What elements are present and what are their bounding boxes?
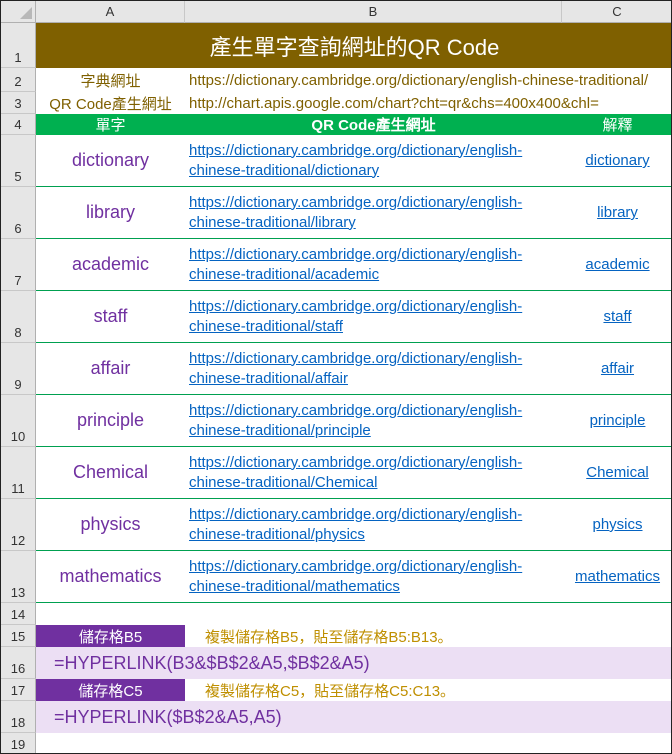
- url-line-2[interactable]: chinese-traditional/dictionary: [189, 161, 522, 181]
- cell-c5-formula[interactable]: =HYPERLINK($B$2&A5,A5): [36, 701, 671, 733]
- qr-url-text[interactable]: https://dictionary.cambridge.org/diction…: [189, 193, 522, 233]
- row-header-16[interactable]: 16: [1, 647, 36, 679]
- row-header-11[interactable]: 11: [1, 447, 36, 499]
- qr-url-link[interactable]: https://dictionary.cambridge.org/diction…: [185, 187, 562, 239]
- qr-url-link[interactable]: https://dictionary.cambridge.org/diction…: [185, 135, 562, 187]
- word-cell[interactable]: principle: [36, 395, 185, 447]
- row-header-10[interactable]: 10: [1, 395, 36, 447]
- header-qr-url[interactable]: QR Code產生網址: [185, 114, 562, 135]
- row-header-15[interactable]: 15: [1, 625, 36, 647]
- url-line-2[interactable]: chinese-traditional/academic: [189, 265, 522, 285]
- meaning-link[interactable]: physics: [562, 499, 671, 551]
- qr-url-link[interactable]: https://dictionary.cambridge.org/diction…: [185, 343, 562, 395]
- row-header-13[interactable]: 13: [1, 551, 36, 603]
- qr-url-link[interactable]: https://dictionary.cambridge.org/diction…: [185, 239, 562, 291]
- row-header-3[interactable]: 3: [1, 92, 36, 114]
- meaning-link[interactable]: academic: [562, 239, 671, 291]
- qr-url-value[interactable]: http://chart.apis.google.com/chart?cht=q…: [185, 92, 671, 114]
- url-line-1[interactable]: https://dictionary.cambridge.org/diction…: [189, 401, 522, 421]
- url-line-1[interactable]: https://dictionary.cambridge.org/diction…: [189, 557, 522, 577]
- url-line-2[interactable]: chinese-traditional/Chemical: [189, 473, 522, 493]
- spreadsheet: A B C 1 2 3 4 5 6 7 8 9 10 11 12 13 14 15 16 17 18 19 產生單字…: [0, 0, 672, 754]
- word-cell[interactable]: mathematics: [36, 551, 185, 603]
- qr-url-text[interactable]: https://dictionary.cambridge.org/diction…: [189, 453, 522, 493]
- select-all-corner[interactable]: [1, 1, 36, 23]
- cell-c5-note[interactable]: 複製儲存格C5，貼至儲存格C5:C13。: [185, 679, 671, 701]
- meaning-link[interactable]: mathematics: [562, 551, 671, 603]
- header-meaning[interactable]: 解釋: [562, 114, 671, 135]
- url-line-2[interactable]: chinese-traditional/physics: [189, 525, 522, 545]
- url-line-1[interactable]: https://dictionary.cambridge.org/diction…: [189, 453, 522, 473]
- row-header-9[interactable]: 9: [1, 343, 36, 395]
- row-header-5[interactable]: 5: [1, 135, 36, 187]
- word-cell[interactable]: dictionary: [36, 135, 185, 187]
- row-header-4[interactable]: 4: [1, 114, 36, 135]
- qr-url-link[interactable]: https://dictionary.cambridge.org/diction…: [185, 551, 562, 603]
- url-line-1[interactable]: https://dictionary.cambridge.org/diction…: [189, 193, 522, 213]
- dictionary-url-label[interactable]: 字典網址: [36, 68, 185, 92]
- qr-url-text[interactable]: https://dictionary.cambridge.org/diction…: [189, 349, 522, 389]
- qr-url-text[interactable]: https://dictionary.cambridge.org/diction…: [189, 505, 522, 545]
- cell-b5-note[interactable]: 複製儲存格B5，貼至儲存格B5:B13。: [185, 625, 671, 647]
- word-cell[interactable]: affair: [36, 343, 185, 395]
- word-cell[interactable]: physics: [36, 499, 185, 551]
- row-header-6[interactable]: 6: [1, 187, 36, 239]
- qr-url-link[interactable]: https://dictionary.cambridge.org/diction…: [185, 499, 562, 551]
- url-line-2[interactable]: chinese-traditional/principle: [189, 421, 522, 441]
- column-header-c[interactable]: C: [562, 1, 671, 23]
- row-header-19[interactable]: 19: [1, 733, 36, 753]
- url-line-2[interactable]: chinese-traditional/affair: [189, 369, 522, 389]
- cell-b5-label[interactable]: 儲存格B5: [36, 625, 185, 647]
- row-header-2[interactable]: 2: [1, 68, 36, 92]
- word-cell[interactable]: library: [36, 187, 185, 239]
- header-word[interactable]: 單字: [36, 114, 185, 135]
- column-header-a[interactable]: A: [36, 1, 185, 23]
- word-cell[interactable]: staff: [36, 291, 185, 343]
- meaning-link[interactable]: Chemical: [562, 447, 671, 499]
- url-line-1[interactable]: https://dictionary.cambridge.org/diction…: [189, 245, 522, 265]
- qr-url-link[interactable]: https://dictionary.cambridge.org/diction…: [185, 291, 562, 343]
- qr-url-text[interactable]: https://dictionary.cambridge.org/diction…: [189, 141, 522, 181]
- meaning-link[interactable]: staff: [562, 291, 671, 343]
- url-line-1[interactable]: https://dictionary.cambridge.org/diction…: [189, 141, 522, 161]
- word-cell[interactable]: academic: [36, 239, 185, 291]
- title-cell[interactable]: 產生單字查詢網址的QR Code: [36, 23, 671, 68]
- row-header-7[interactable]: 7: [1, 239, 36, 291]
- column-header-b[interactable]: B: [185, 1, 562, 23]
- meaning-link[interactable]: principle: [562, 395, 671, 447]
- row-header-1[interactable]: 1: [1, 23, 36, 68]
- url-line-1[interactable]: https://dictionary.cambridge.org/diction…: [189, 297, 522, 317]
- row-header-14[interactable]: 14: [1, 603, 36, 625]
- row-header-8[interactable]: 8: [1, 291, 36, 343]
- meaning-link[interactable]: library: [562, 187, 671, 239]
- row-header-12[interactable]: 12: [1, 499, 36, 551]
- row-header-18[interactable]: 18: [1, 701, 36, 733]
- qr-url-text[interactable]: https://dictionary.cambridge.org/diction…: [189, 245, 522, 285]
- word-cell[interactable]: Chemical: [36, 447, 185, 499]
- url-line-1[interactable]: https://dictionary.cambridge.org/diction…: [189, 349, 522, 369]
- url-line-2[interactable]: chinese-traditional/library: [189, 213, 522, 233]
- qr-url-text[interactable]: https://dictionary.cambridge.org/diction…: [189, 297, 522, 337]
- meaning-link[interactable]: dictionary: [562, 135, 671, 187]
- url-line-1[interactable]: https://dictionary.cambridge.org/diction…: [189, 505, 522, 525]
- cell-b5-formula[interactable]: =HYPERLINK(B3&$B$2&A5,$B$2&A5): [36, 647, 671, 679]
- dictionary-url-value[interactable]: https://dictionary.cambridge.org/diction…: [185, 68, 671, 92]
- qr-url-text[interactable]: https://dictionary.cambridge.org/diction…: [189, 557, 522, 597]
- url-line-2[interactable]: chinese-traditional/staff: [189, 317, 522, 337]
- row-header-17[interactable]: 17: [1, 679, 36, 701]
- url-line-2[interactable]: chinese-traditional/mathematics: [189, 577, 522, 597]
- cell-c5-label[interactable]: 儲存格C5: [36, 679, 185, 701]
- meaning-link[interactable]: affair: [562, 343, 671, 395]
- qr-url-link[interactable]: https://dictionary.cambridge.org/diction…: [185, 395, 562, 447]
- qr-url-link[interactable]: https://dictionary.cambridge.org/diction…: [185, 447, 562, 499]
- qr-url-text[interactable]: https://dictionary.cambridge.org/diction…: [189, 401, 522, 441]
- qr-url-label[interactable]: QR Code產生網址: [36, 92, 185, 114]
